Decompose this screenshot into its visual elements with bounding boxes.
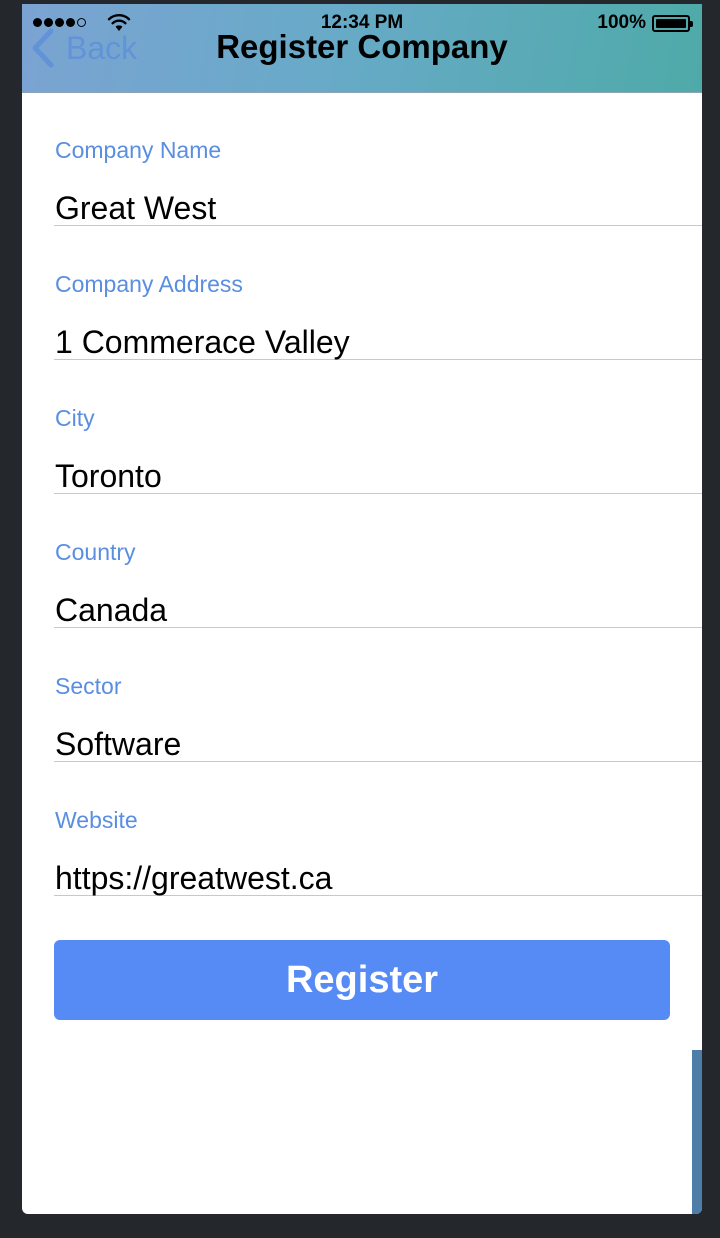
country-field[interactable]: Country Canada [54,494,702,628]
register-button[interactable]: Register [54,940,670,1020]
country-input[interactable]: Canada [55,592,167,629]
company-name-field[interactable]: Company Name Great West [54,92,702,226]
sector-label: Sector [55,673,122,699]
city-field[interactable]: City Toronto [54,360,702,494]
company-address-input[interactable]: 1 Commerace Valley [55,324,350,361]
city-label: City [55,405,95,431]
app-screen: 12:34 PM 100% Back Register Company Comp… [22,4,702,1214]
navigation-bar: 12:34 PM 100% Back Register Company [22,4,702,93]
page-title: Register Company [216,28,508,65]
battery-cap [690,20,693,27]
city-input[interactable]: Toronto [55,458,162,495]
company-name-input[interactable]: Great West [55,190,216,227]
sector-input[interactable]: Software [55,726,181,763]
scroll-indicator[interactable] [692,1050,702,1214]
company-name-label: Company Name [55,137,222,163]
sector-field[interactable]: Sector Software [54,628,702,762]
website-input[interactable]: https://greatwest.ca [55,860,332,897]
register-company-form: Company Name Great West Company Address … [54,92,702,896]
website-field[interactable]: Website https://greatwest.ca [54,762,702,896]
battery-fill [656,18,686,28]
company-address-field[interactable]: Company Address 1 Commerace Valley [54,226,702,360]
company-address-label: Company Address [55,271,243,297]
website-label: Website [55,807,138,833]
country-label: Country [55,539,136,565]
